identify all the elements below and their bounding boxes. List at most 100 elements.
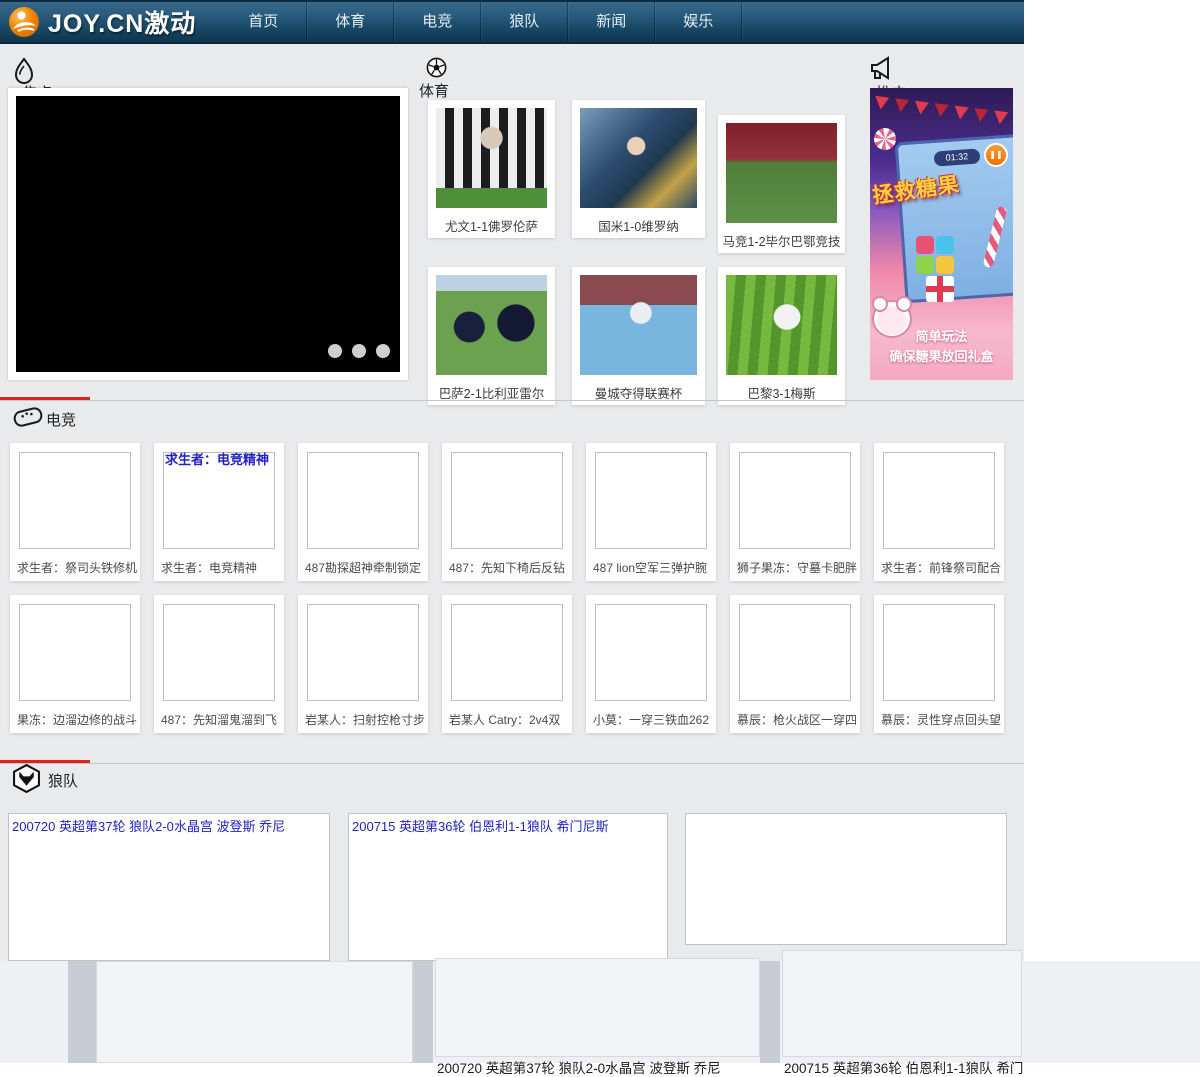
sports-card[interactable]: 曼城夺得联赛杯 [572, 267, 705, 405]
esports-card[interactable]: 岩某人：扫射控枪寸步 [298, 595, 428, 733]
esports-caption: 487 lion空军三弹护腕 [586, 549, 716, 576]
video-alt-text [686, 814, 1006, 818]
video-panel[interactable] [96, 961, 413, 1063]
candy-block [916, 236, 934, 254]
esports-card[interactable]: 慕辰：枪火战区一穿四 [730, 595, 860, 733]
esports-caption: 487：先知溜鬼溜到飞 [154, 701, 284, 728]
site-logo[interactable]: JOY.CN激动 [0, 4, 196, 40]
wolves-section-title: 狼队 [48, 770, 78, 791]
divider-bar [760, 961, 780, 1063]
soccer-icon [426, 57, 447, 78]
esports-card[interactable]: 487 lion空军三弹护腕 [586, 443, 716, 581]
video-player[interactable] [16, 96, 400, 372]
ad-tagline: 确保糖果放回礼盒 [870, 346, 1013, 365]
video-panel[interactable] [782, 950, 1022, 1057]
section-accent-bar [0, 760, 90, 763]
esports-card[interactable]: 求生者：前锋祭司配合 [874, 443, 1004, 581]
ad-tagline: 简单玩法 [870, 326, 1013, 345]
esports-caption: 487：先知下椅后反钻 [442, 549, 572, 576]
video-panel[interactable] [435, 958, 760, 1057]
nav-item-entertainment[interactable]: 娱乐 [655, 2, 742, 42]
esports-caption: 狮子果冻：守墓卡肥胖 [730, 549, 860, 576]
esports-card[interactable]: 求生者：祭司头铁修机 [10, 443, 140, 581]
sports-caption: 尤文1-1佛罗伦萨 [428, 216, 555, 235]
bunting-decoration [874, 96, 1009, 125]
video-placeholder [595, 604, 707, 701]
esports-caption: 果冻：边溜边修的战斗 [10, 701, 140, 728]
video-placeholder [163, 604, 275, 701]
sports-caption: 国米1-0维罗纳 [572, 216, 705, 235]
nav-item-news[interactable]: 新闻 [568, 2, 655, 42]
esports-card[interactable]: 487：先知下椅后反钻 [442, 443, 572, 581]
carousel-dot[interactable] [328, 344, 342, 358]
carousel-dot[interactable] [352, 344, 366, 358]
esports-card[interactable]: 狮子果冻：守墓卡肥胖 [730, 443, 860, 581]
nav-item-home[interactable]: 首页 [220, 2, 307, 42]
focus-carousel [8, 88, 408, 380]
sports-thumbnail [580, 108, 697, 208]
esports-caption: 岩某人 Catry：2v4双 [442, 701, 572, 728]
sports-card[interactable]: 马竞1-2毕尔巴鄂竞技 [718, 115, 845, 253]
section-divider [0, 400, 1024, 401]
esports-card[interactable]: 487勘探超神牵制锁定 [298, 443, 428, 581]
esports-caption: 求生者：前锋祭司配合 [874, 549, 1004, 576]
candy-block [936, 256, 954, 274]
sports-card[interactable]: 巴黎3-1梅斯 [718, 267, 845, 405]
logo-icon [8, 6, 40, 38]
esports-card[interactable]: 小莫：一穿三铁血262 [586, 595, 716, 733]
sports-card[interactable]: 尤文1-1佛罗伦萨 [428, 100, 555, 238]
divider-bar [68, 961, 96, 1063]
section-divider [0, 763, 1024, 764]
bottom-video-caption: 200720 英超第37轮 狼队2-0水晶宫 波登斯 乔尼 [437, 1057, 760, 1077]
sports-thumbnail [726, 275, 837, 375]
esports-card[interactable]: 果冻：边溜边修的战斗 [10, 595, 140, 733]
video-placeholder [307, 452, 419, 549]
gift-box [926, 276, 954, 302]
esports-section-title: 电竞 [46, 409, 76, 430]
sports-thumbnail [726, 123, 837, 223]
flame-icon [12, 57, 36, 85]
carousel-dot[interactable] [376, 344, 390, 358]
esports-card[interactable]: 岩某人 Catry：2v4双 [442, 595, 572, 733]
promo-ad-banner[interactable]: 01:32 ❚❚ 拯救糖果 简单玩法 确保糖果放回礼盒 [870, 88, 1013, 380]
nav-item-sports[interactable]: 体育 [307, 2, 394, 42]
video-placeholder [739, 452, 851, 549]
esports-caption: 求生者：电竞精神 [154, 549, 284, 576]
video-alt-text: 200715 英超第36轮 伯恩利1-1狼队 希门尼斯 [349, 814, 667, 837]
wolves-video-player[interactable] [685, 813, 1007, 945]
ad-timer: 01:32 [934, 148, 981, 166]
esports-caption: 慕辰：灵性穿点回头望 [874, 701, 1004, 728]
video-alt-text: 200720 英超第37轮 狼队2-0水晶宫 波登斯 乔尼 [9, 814, 329, 837]
esports-card[interactable]: 慕辰：灵性穿点回头望 [874, 595, 1004, 733]
video-placeholder [739, 604, 851, 701]
esports-caption: 487勘探超神牵制锁定 [298, 549, 428, 576]
sports-section-title: 体育 [419, 80, 449, 101]
video-placeholder [883, 452, 995, 549]
sports-caption: 马竞1-2毕尔巴鄂竞技 [718, 231, 845, 250]
sports-card[interactable]: 国米1-0维罗纳 [572, 100, 705, 238]
lollipop-decoration [874, 128, 896, 150]
video-placeholder [19, 604, 131, 701]
esports-card[interactable]: 487：先知溜鬼溜到飞 [154, 595, 284, 733]
video-placeholder: 求生者：电竞精神 [163, 452, 275, 549]
nav-item-wolves[interactable]: 狼队 [481, 2, 568, 42]
divider-bar [413, 961, 433, 1063]
candy-block [916, 256, 934, 274]
nav-menu: 首页 体育 电竞 狼队 新闻 娱乐 [220, 2, 742, 42]
video-placeholder [451, 604, 563, 701]
esports-caption: 岩某人：扫射控枪寸步 [298, 701, 428, 728]
nav-item-esports[interactable]: 电竞 [394, 2, 481, 42]
video-placeholder [595, 452, 707, 549]
wolves-video-player[interactable]: 200720 英超第37轮 狼队2-0水晶宫 波登斯 乔尼 [8, 813, 330, 961]
video-placeholder [19, 452, 131, 549]
esports-card[interactable]: 求生者：电竞精神 求生者：电竞精神 [154, 443, 284, 581]
sports-card[interactable]: 巴萨2-1比利亚雷尔 [428, 267, 555, 405]
esports-caption: 慕辰：枪火战区一穿四 [730, 701, 860, 728]
video-placeholder [307, 604, 419, 701]
megaphone-icon [870, 56, 896, 81]
section-accent-bar [0, 397, 90, 400]
wolves-video-player[interactable]: 200715 英超第36轮 伯恩利1-1狼队 希门尼斯 [348, 813, 668, 961]
logo-text: JOY.CN激动 [48, 4, 196, 40]
video-placeholder [883, 604, 995, 701]
candy-block [936, 236, 954, 254]
